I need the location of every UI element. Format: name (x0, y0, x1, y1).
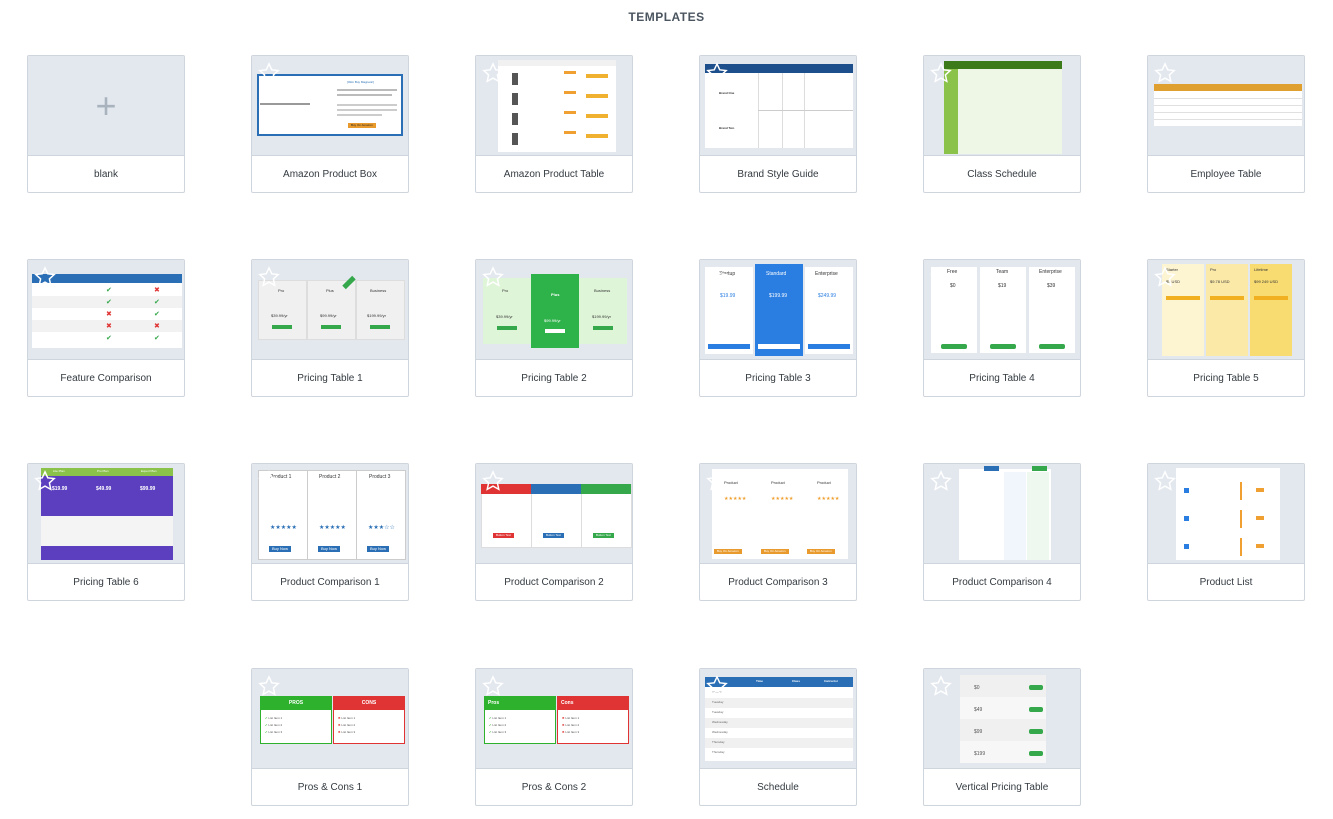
template-card-pricing-table-5[interactable]: Starter Pro Lifetime $5 USD $9.78 USD $9… (1147, 259, 1305, 397)
brand-two-label: Brand Two (719, 126, 735, 130)
template-card-pricing-table-1[interactable]: Pro Plus Business $39.99/yr $99.99/yr $1… (251, 259, 409, 397)
star-icon[interactable] (34, 266, 56, 288)
star-icon[interactable] (1154, 266, 1176, 288)
template-card-brand-style-guide[interactable]: Brand One Brand Two Brand Style Guide (699, 55, 857, 193)
star-icon[interactable] (258, 675, 280, 697)
template-thumbnail: $0 $49 $99 $199 (924, 669, 1080, 769)
template-thumbnail (1148, 464, 1304, 564)
template-label: Product Comparison 4 (952, 577, 1052, 588)
template-label: Class Schedule (967, 169, 1037, 180)
template-label: blank (94, 169, 118, 180)
template-card-pricing-table-3[interactable]: Startup Standard Enterprise $19.99 $199.… (699, 259, 857, 397)
template-thumbnail: Startup Standard Enterprise $19.99 $199.… (700, 260, 856, 360)
template-thumbnail: Free Team Enterprise $0 $19 $39 (924, 260, 1080, 360)
template-thumbnail (924, 464, 1080, 564)
template-card-blank[interactable]: + blank (27, 55, 185, 193)
star-icon[interactable] (930, 675, 952, 697)
template-card-product-comparison-3[interactable]: Product Product Product ★★★★★ ★★★★★ ★★★★… (699, 463, 857, 601)
template-card-pricing-table-2[interactable]: Pro Plus Business $39.99/yr $99.99/yr $1… (475, 259, 633, 397)
template-label: Amazon Product Table (503, 169, 605, 180)
star-icon[interactable] (258, 470, 280, 492)
template-label: Pricing Table 3 (745, 373, 811, 384)
star-icon[interactable] (482, 62, 504, 84)
template-label: Pricing Table 1 (297, 373, 363, 384)
star-icon[interactable] (930, 266, 952, 288)
template-label: Pricing Table 2 (521, 373, 587, 384)
star-icon[interactable] (34, 470, 56, 492)
template-card-product-comparison-4[interactable]: Product Comparison 4 (923, 463, 1081, 601)
star-icon[interactable] (482, 675, 504, 697)
template-label: Brand Style Guide (737, 169, 819, 180)
star-icon[interactable] (482, 266, 504, 288)
template-label: Pricing Table 5 (1193, 373, 1259, 384)
template-thumbnail: Pros Cons ✔ List Item 1 ✔ List Item 2 ✔ … (476, 669, 632, 769)
buy-on-amazon-button: Buy On Amazon (348, 123, 376, 129)
template-thumbnail: Lite Plan Pro Plan Expert Plan $19.99 $4… (28, 464, 184, 564)
template-thumbnail: Product 1 Product 2 Product 3 ★★★★★ ★★★★… (252, 464, 408, 564)
template-card-amazon-product-box[interactable]: [Okin Buy Magnetic] Buy On Amazon Amazon… (251, 55, 409, 193)
star-icon[interactable] (930, 62, 952, 84)
template-thumbnail: Button Text Button Text Button Text (476, 464, 632, 564)
star-icon[interactable] (1154, 470, 1176, 492)
template-thumbnail (476, 56, 632, 156)
template-label: Feature Comparison (60, 373, 152, 384)
page-title: TEMPLATES (628, 10, 705, 24)
template-label: Amazon Product Box (283, 169, 377, 180)
template-thumbnail: Brand One Brand Two (700, 56, 856, 156)
template-thumbnail (924, 56, 1080, 156)
plus-icon: + (95, 85, 117, 126)
brand-one-label: Brand One (719, 91, 735, 95)
template-card-vertical-pricing-table[interactable]: $0 $49 $99 $199 Vertical Pricing Table (923, 668, 1081, 806)
template-card-product-comparison-2[interactable]: Button Text Button Text Button Text Prod… (475, 463, 633, 601)
template-card-amazon-product-table[interactable]: Amazon Product Table (475, 55, 633, 193)
template-card-product-comparison-1[interactable]: Product 1 Product 2 Product 3 ★★★★★ ★★★★… (251, 463, 409, 601)
star-icon[interactable] (258, 266, 280, 288)
template-label: Product Comparison 1 (280, 577, 380, 588)
template-thumbnail: Product Product Product ★★★★★ ★★★★★ ★★★★… (700, 464, 856, 564)
template-label: Product Comparison 3 (728, 577, 828, 588)
template-label: Vertical Pricing Table (955, 782, 1049, 793)
template-label: Employee Table (1190, 169, 1262, 180)
star-icon[interactable] (706, 470, 728, 492)
template-thumbnail: Pro Plus Business $39.99/yr $99.99/yr $1… (252, 260, 408, 360)
template-card-class-schedule[interactable]: Class Schedule (923, 55, 1081, 193)
template-label: Pricing Table 6 (73, 577, 139, 588)
template-label: Product Comparison 2 (504, 577, 604, 588)
template-thumbnail: PROS CONS ✔ List Item 1 ✔ List Item 2 ✔ … (252, 669, 408, 769)
template-thumbnail (1148, 56, 1304, 156)
star-icon[interactable] (1154, 62, 1176, 84)
template-label: Schedule (757, 782, 799, 793)
template-card-pricing-table-6[interactable]: Lite Plan Pro Plan Expert Plan $19.99 $4… (27, 463, 185, 601)
template-card-pros-cons-2[interactable]: Pros Cons ✔ List Item 1 ✔ List Item 2 ✔ … (475, 668, 633, 806)
template-card-feature-comparison[interactable]: ✔ ✖ ✔ ✔ ✖ ✔ ✖ ✖ ✔ ✔ Feature Comparison (27, 259, 185, 397)
template-card-pros-cons-1[interactable]: PROS CONS ✔ List Item 1 ✔ List Item 2 ✔ … (251, 668, 409, 806)
template-label: Pricing Table 4 (969, 373, 1035, 384)
template-thumbnail: ✔ ✖ ✔ ✔ ✖ ✔ ✖ ✖ ✔ ✔ (28, 260, 184, 360)
template-thumbnail: + (28, 56, 184, 156)
template-thumbnail: Pro Plus Business $39.99/yr $99.99/yr $1… (476, 260, 632, 360)
star-icon[interactable] (258, 62, 280, 84)
template-card-pricing-table-4[interactable]: Free Team Enterprise $0 $19 $39 Pricing … (923, 259, 1081, 397)
template-label: Product List (1199, 577, 1253, 588)
template-thumbnail: [Okin Buy Magnetic] Buy On Amazon (252, 56, 408, 156)
star-icon[interactable] (482, 470, 504, 492)
template-card-employee-table[interactable]: Employee Table (1147, 55, 1305, 193)
template-card-product-list[interactable]: Product List (1147, 463, 1305, 601)
template-card-schedule[interactable]: Time Class Instructor Monday Tuesday Tue… (699, 668, 857, 806)
star-icon[interactable] (706, 266, 728, 288)
star-icon[interactable] (706, 62, 728, 84)
star-icon[interactable] (930, 470, 952, 492)
template-thumbnail: Time Class Instructor Monday Tuesday Tue… (700, 669, 856, 769)
star-icon[interactable] (706, 675, 728, 697)
template-thumbnail: Starter Pro Lifetime $5 USD $9.78 USD $9… (1148, 260, 1304, 360)
template-label: Pros & Cons 2 (521, 782, 587, 793)
amazon-box-title: [Okin Buy Magnetic] (347, 80, 374, 84)
template-label: Pros & Cons 1 (297, 782, 363, 793)
